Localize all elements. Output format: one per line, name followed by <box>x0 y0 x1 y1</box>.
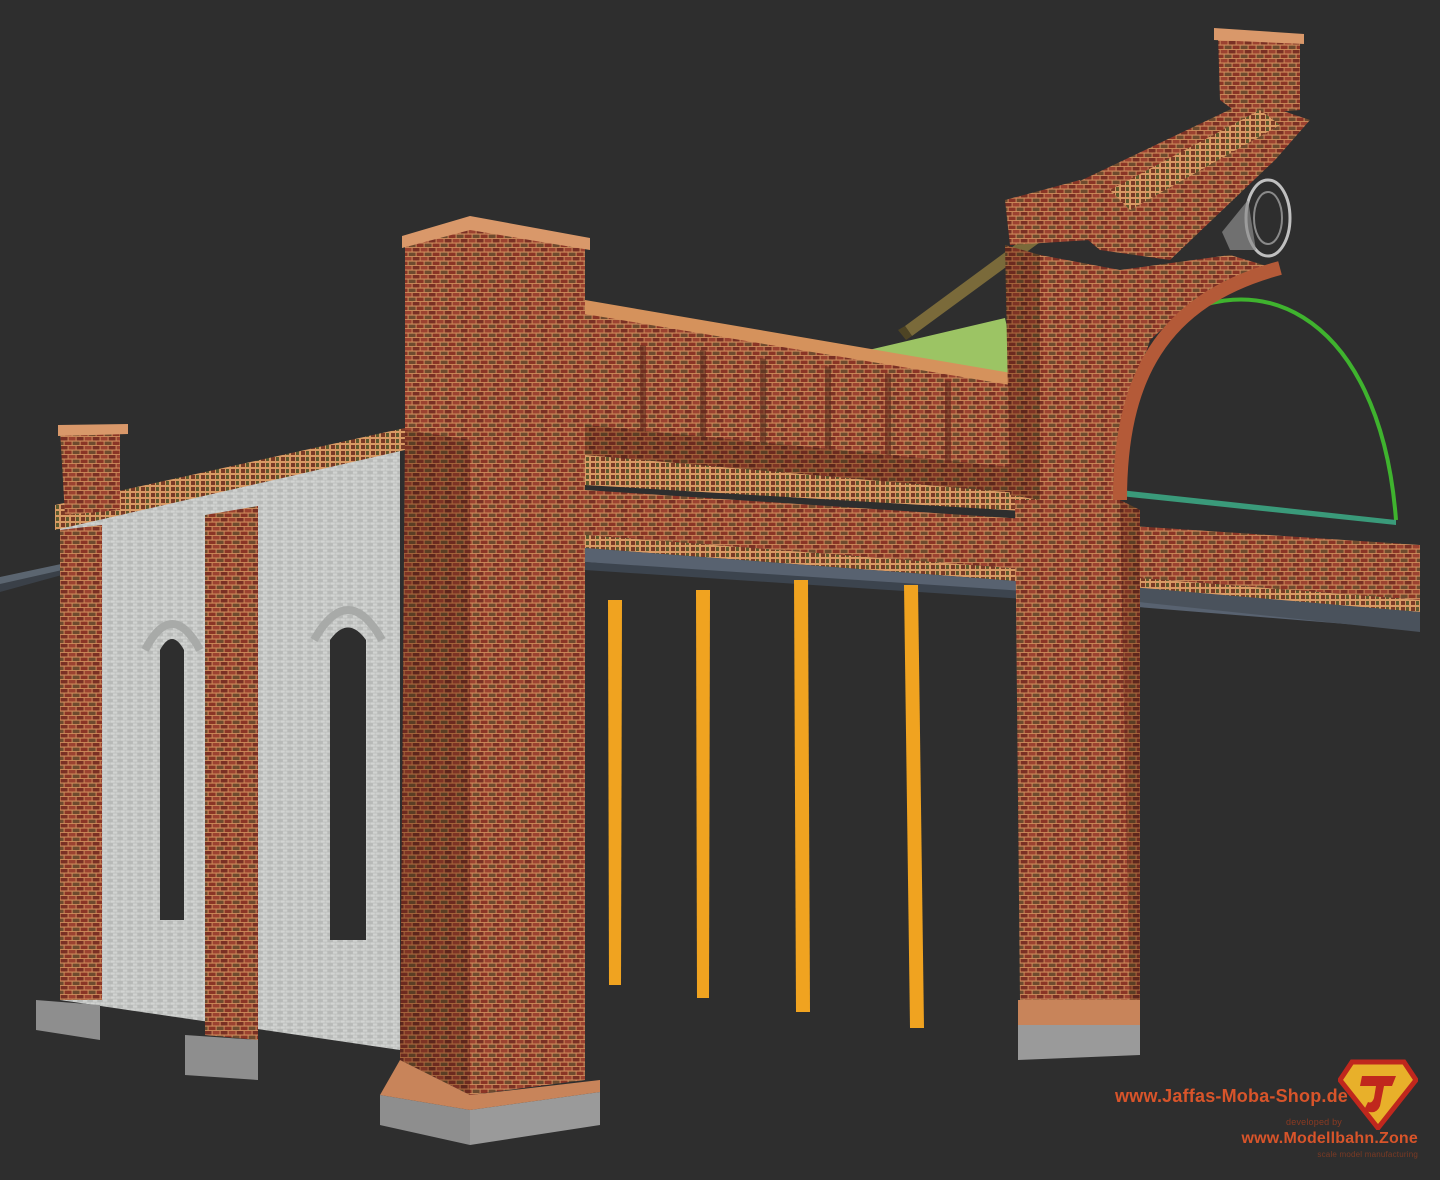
right-arch-pier <box>1005 245 1282 1060</box>
left-main-pier <box>380 216 600 1145</box>
arch-infill-plane <box>1120 490 1396 525</box>
support-columns <box>608 580 924 1028</box>
3d-viewport <box>0 28 1420 1145</box>
support-column <box>608 600 622 985</box>
support-column <box>794 580 810 1012</box>
gable-tower <box>1005 28 1310 260</box>
arch-curve-line <box>1138 297 1398 521</box>
shop-url-text: www.Jaffas-Moba-Shop.de <box>1115 1086 1348 1106</box>
developer-url-text: www.Modellbahn.Zone <box>1241 1130 1418 1147</box>
developed-by-text: developed by <box>1286 1117 1342 1127</box>
tagline-text: scale model manufacturing <box>1317 1150 1418 1159</box>
superman-j-shield-logo-icon <box>1338 1059 1418 1130</box>
support-column <box>696 590 710 998</box>
support-column <box>904 585 924 1028</box>
